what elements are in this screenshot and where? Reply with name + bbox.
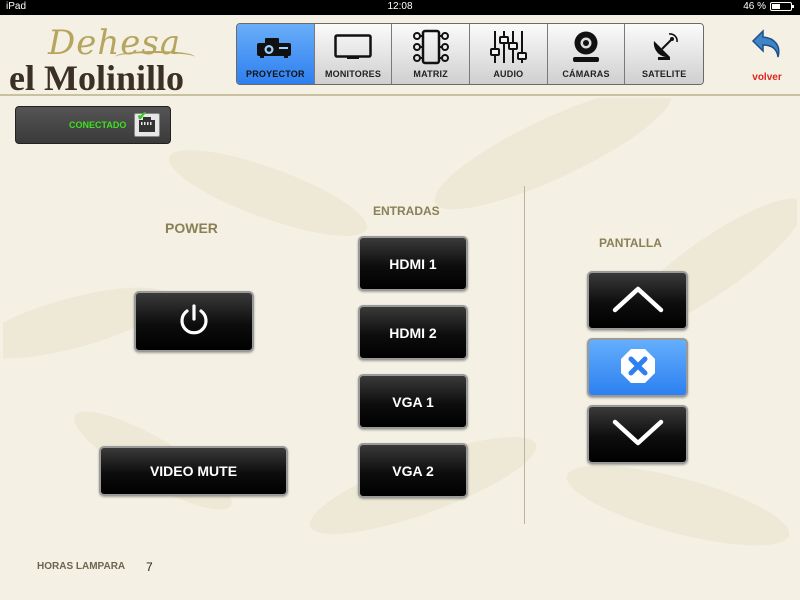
back-arrow-icon bbox=[751, 29, 783, 68]
lamp-hours-label: HORAS LAMPARA bbox=[37, 561, 126, 572]
back-button[interactable]: volver bbox=[744, 29, 790, 87]
power-title: POWER bbox=[165, 220, 218, 236]
tab-matriz[interactable]: MATRIZ bbox=[392, 24, 471, 84]
tab-label: SATELITE bbox=[641, 69, 687, 79]
video-mute-label: VIDEO MUTE bbox=[149, 463, 238, 479]
input-label: VGA 2 bbox=[392, 462, 434, 479]
main-panel: CONECTADO ✔ POWER VIDEO MUTE ENTRADAS HD… bbox=[3, 98, 797, 598]
screen-down-button[interactable] bbox=[587, 405, 688, 464]
screen-title: PANTALLA bbox=[599, 236, 662, 250]
input-label: HDMI 1 bbox=[389, 255, 437, 272]
check-icon: ✔ bbox=[137, 109, 148, 123]
power-icon bbox=[177, 303, 211, 340]
tab-label: AUDIO bbox=[493, 69, 524, 79]
tab-audio[interactable]: AUDIO bbox=[470, 24, 548, 84]
tab-camaras[interactable]: CÁMARAS bbox=[547, 24, 626, 84]
back-label: volver bbox=[752, 72, 782, 83]
input-hdmi-2-button[interactable]: HDMI 2 bbox=[358, 305, 468, 360]
battery-indicator: 46 % bbox=[743, 1, 794, 12]
chevron-up-icon bbox=[611, 284, 665, 317]
matrix-icon bbox=[409, 28, 453, 66]
tab-bar: PROYECTOR MONITORES MATRIZ AUDIO CÁMARAS bbox=[236, 23, 704, 85]
tab-label: CÁMARAS bbox=[562, 69, 610, 79]
input-vga-2-button[interactable]: VGA 2 bbox=[358, 443, 468, 498]
input-label: VGA 1 bbox=[392, 393, 434, 410]
input-hdmi-1-button[interactable]: HDMI 1 bbox=[358, 236, 468, 291]
connection-label: CONECTADO bbox=[69, 120, 127, 130]
monitor-icon bbox=[331, 28, 375, 66]
battery-percent: 46 % bbox=[743, 1, 766, 12]
projector-icon bbox=[253, 28, 297, 66]
connection-status: CONECTADO ✔ bbox=[15, 106, 171, 144]
lamp-hours-value: 7 bbox=[146, 560, 153, 574]
satellite-dish-icon bbox=[642, 28, 686, 66]
input-vga-1-button[interactable]: VGA 1 bbox=[358, 374, 468, 429]
tab-label: PROYECTOR bbox=[246, 69, 305, 79]
chevron-down-icon bbox=[611, 418, 665, 451]
power-button[interactable] bbox=[134, 291, 254, 352]
header: Dehesa el Molinillo PROYECTOR MONITORES … bbox=[0, 15, 800, 98]
tab-label: MATRIZ bbox=[413, 69, 448, 79]
screen-stop-button[interactable] bbox=[587, 338, 688, 397]
tab-label: MONITORES bbox=[324, 69, 382, 79]
clock: 12:08 bbox=[387, 1, 413, 12]
battery-icon bbox=[770, 2, 794, 11]
tab-monitores[interactable]: MONITORES bbox=[314, 24, 393, 84]
section-divider bbox=[524, 186, 525, 524]
audio-mixer-icon bbox=[486, 28, 530, 66]
tab-satelite[interactable]: SATELITE bbox=[625, 24, 703, 84]
video-mute-button[interactable]: VIDEO MUTE bbox=[99, 446, 288, 496]
stop-icon bbox=[620, 348, 656, 387]
camera-icon bbox=[564, 28, 608, 66]
screen-up-button[interactable] bbox=[587, 271, 688, 330]
status-bar: iPad 12:08 46 % bbox=[0, 0, 800, 15]
inputs-title: ENTRADAS bbox=[373, 204, 440, 218]
input-label: HDMI 2 bbox=[389, 324, 437, 341]
tab-proyector[interactable]: PROYECTOR bbox=[237, 24, 315, 84]
logo-main: el Molinillo bbox=[9, 58, 184, 98]
